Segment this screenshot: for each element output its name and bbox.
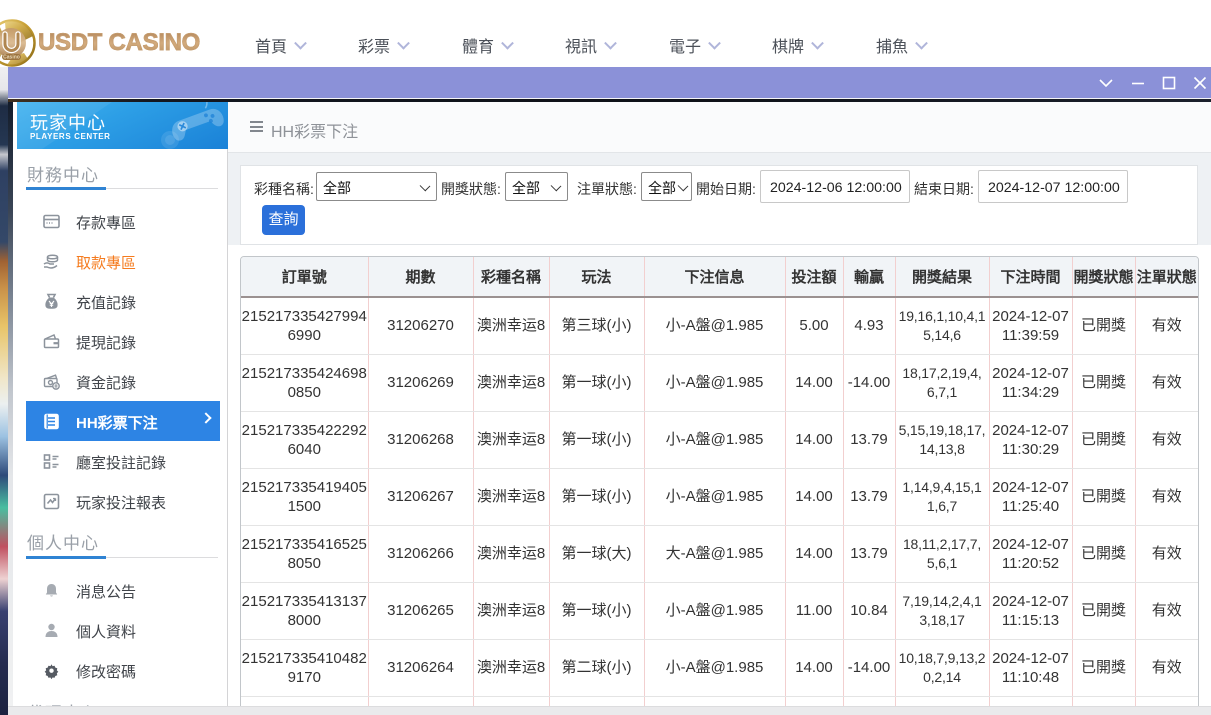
svg-text:Casino: Casino: [3, 55, 20, 61]
